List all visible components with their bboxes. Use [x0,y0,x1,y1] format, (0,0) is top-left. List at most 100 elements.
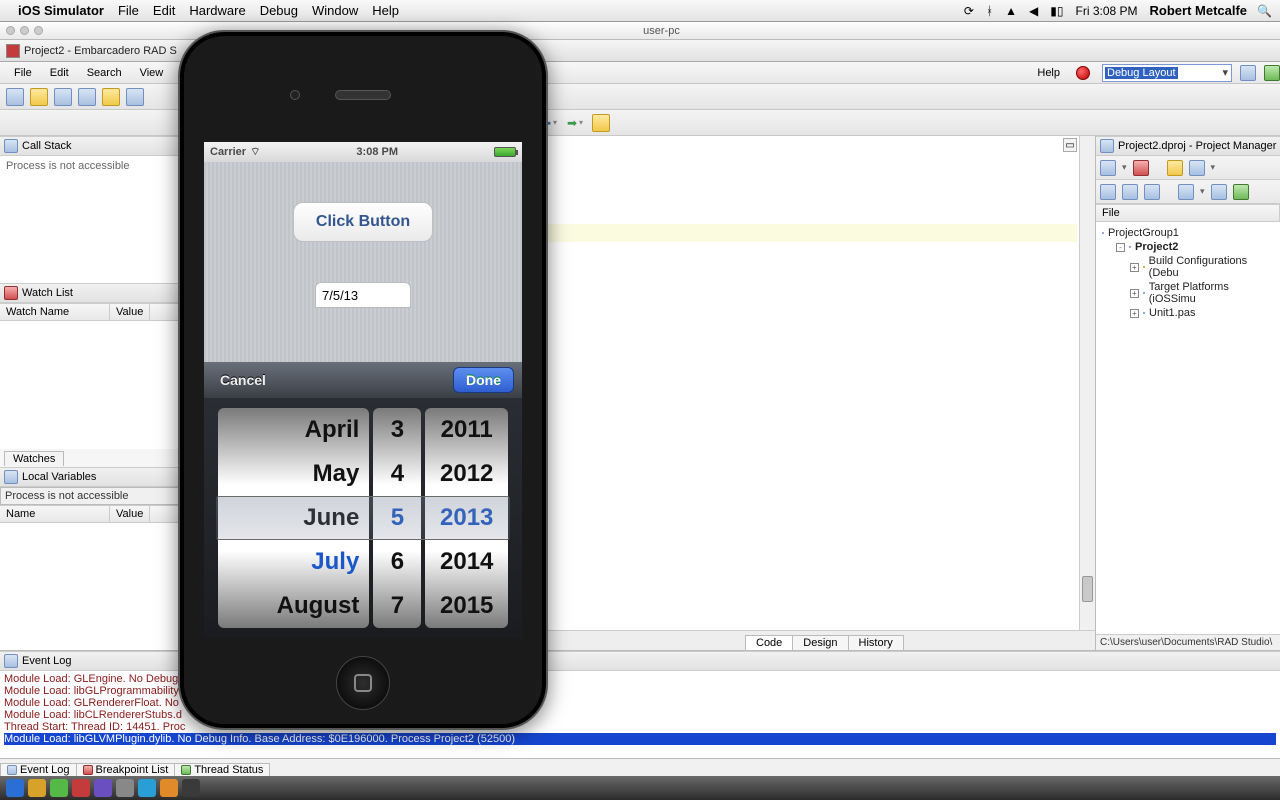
pm-col-file[interactable]: File [1096,205,1280,221]
project-tree[interactable]: ProjectGroup1 -Project2 +Build Configura… [1096,222,1280,634]
dock-app-icon[interactable] [94,779,112,797]
layout-combo[interactable]: Debug Layout ▾ [1102,64,1232,82]
date-picker[interactable]: April May June July August 3 4 5 6 7 201… [204,398,522,638]
save-icon[interactable] [54,88,72,106]
picker-row[interactable]: 3 [373,408,421,452]
tree-projectgroup[interactable]: ProjectGroup1 [1108,227,1179,239]
tab-breakpoint-list[interactable]: Breakpoint List [76,763,176,776]
year-wheel[interactable]: 2011 2012 2013 2014 2015 [425,408,508,628]
tab-design[interactable]: Design [792,635,848,650]
dock-app-icon[interactable] [72,779,90,797]
mac-menu-edit[interactable]: Edit [153,3,175,18]
tab-history[interactable]: History [848,635,904,650]
pm-filter-icon[interactable] [1211,184,1227,200]
ide-menu-view[interactable]: View [132,65,172,81]
spotlight-icon[interactable]: 🔍 [1257,4,1272,18]
scrollbar-thumb[interactable] [1082,576,1093,602]
watch-col-name[interactable]: Watch Name [0,304,110,320]
pm-remove-icon[interactable] [1133,160,1149,176]
picker-row[interactable]: May [218,452,369,496]
pm-collapse-icon[interactable] [1144,184,1160,200]
day-wheel[interactable]: 3 4 5 6 7 [373,408,421,628]
mac-menu-hardware[interactable]: Hardware [189,3,245,18]
picker-row-selected[interactable]: July [218,540,369,584]
locals-col-name[interactable]: Name [0,506,110,522]
picker-row[interactable]: August [218,584,369,628]
tab-thread-status[interactable]: Thread Status [174,763,270,776]
bluetooth-icon[interactable]: ᚼ [986,4,993,18]
locals-col-value[interactable]: Value [110,506,150,522]
dock-app-icon[interactable] [138,779,156,797]
open-icon[interactable] [30,88,48,106]
pm-save-icon[interactable] [1189,160,1205,176]
mac-user-name[interactable]: Robert Metcalfe [1150,3,1248,18]
pm-open-icon[interactable] [1167,160,1183,176]
home-button[interactable] [336,656,390,710]
log-line-selected[interactable]: Module Load: libGLVMPlugin.dylib. No Deb… [4,733,1276,745]
mac-app-name[interactable]: iOS Simulator [18,3,104,18]
sync-icon[interactable]: ⟳ [964,4,974,18]
dock-app-icon[interactable] [116,779,134,797]
picker-row[interactable]: 2015 [425,584,508,628]
pm-view-icon[interactable] [1178,184,1194,200]
dock-app-icon[interactable] [6,779,24,797]
wifi-icon[interactable]: ▲ [1005,4,1017,18]
mac-menu-debug[interactable]: Debug [260,3,298,18]
window-traffic-lights[interactable] [6,26,43,35]
mac-menu-file[interactable]: File [118,3,139,18]
project-manager-header[interactable]: Project2.dproj - Project Manager [1096,136,1280,156]
picker-row[interactable]: 2012 [425,452,508,496]
pm-run-icon[interactable] [1233,184,1249,200]
bookmarks-icon[interactable] [592,114,610,132]
watch-col-value[interactable]: Value [110,304,150,320]
picker-row[interactable]: 7 [373,584,421,628]
tree-expander[interactable]: + [1130,263,1139,272]
tab-code[interactable]: Code [745,635,793,650]
ide-menu-edit[interactable]: Edit [42,65,77,81]
dock-app-icon[interactable] [50,779,68,797]
dock-app-icon[interactable] [182,779,200,797]
picker-row-selected[interactable]: 5 [373,496,421,540]
pm-new-icon[interactable] [1100,160,1116,176]
picker-row[interactable]: 2014 [425,540,508,584]
clock-text[interactable]: Fri 3:08 PM [1076,4,1138,18]
pm-expand-icon[interactable] [1122,184,1138,200]
month-wheel[interactable]: April May June July August [218,408,369,628]
picker-row[interactable]: 2011 [425,408,508,452]
pm-sync-icon[interactable] [1100,184,1116,200]
tree-target-platforms[interactable]: Target Platforms (iOSSimu [1149,281,1274,305]
volume-icon[interactable]: ◀ [1029,4,1038,18]
call-stack-header[interactable]: Call Stack [0,136,184,156]
save-all-icon[interactable] [78,88,96,106]
tree-expander[interactable]: + [1130,289,1139,298]
ide-menu-search[interactable]: Search [79,65,130,81]
tree-expander[interactable]: + [1130,309,1139,318]
locals-header[interactable]: Local Variables [0,467,184,487]
done-button[interactable]: Done [453,367,514,393]
mac-menu-help[interactable]: Help [372,3,399,18]
ide-menu-help[interactable]: Help [1029,65,1068,81]
tree-build-config[interactable]: Build Configurations (Debu [1149,255,1274,279]
mac-menu-window[interactable]: Window [312,3,358,18]
undo-icon[interactable] [126,88,144,106]
watch-list-header[interactable]: Watch List [0,283,184,303]
click-button[interactable]: Click Button [293,202,433,242]
cancel-button[interactable]: Cancel [212,368,274,392]
picker-row[interactable]: April [218,408,369,452]
date-input[interactable] [315,282,411,308]
globe-icon[interactable] [1076,66,1090,80]
log-line[interactable]: Thread Start: Thread ID: 14451. Proc [4,721,1276,733]
tab-event-log[interactable]: Event Log [0,763,77,776]
battery-icon[interactable]: ▮▯ [1050,4,1063,18]
picker-row[interactable]: June [218,496,369,540]
new-icon[interactable] [6,88,24,106]
dock-app-icon[interactable] [28,779,46,797]
tree-unit1[interactable]: Unit1.pas [1149,307,1195,319]
picker-row[interactable]: 6 [373,540,421,584]
dock-app-icon[interactable] [160,779,178,797]
watches-tab[interactable]: Watches [4,451,64,466]
folder-icon[interactable] [102,88,120,106]
picker-row-selected[interactable]: 2013 [425,496,508,540]
editor-scrollbar[interactable] [1079,136,1095,630]
picker-row[interactable]: 4 [373,452,421,496]
